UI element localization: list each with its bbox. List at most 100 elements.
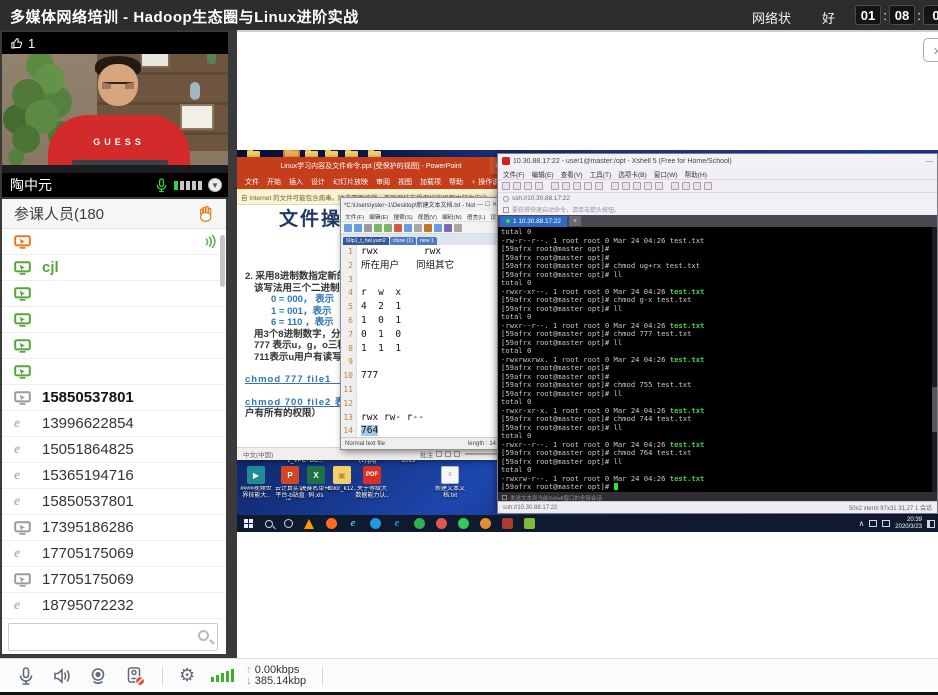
minimize-icon[interactable]: — (926, 158, 933, 165)
toolbar-icon[interactable] (633, 182, 641, 190)
ribbon-tab[interactable]: 开始 (267, 177, 281, 187)
participant-row[interactable]: e18795072232 (2, 593, 226, 619)
editor-tab[interactable]: new 1 (417, 237, 437, 245)
xshell-tab-bar[interactable]: 1 10.30.88.17:22 + (498, 215, 937, 227)
ribbon-tab[interactable]: 幻灯片放映 (333, 177, 368, 187)
toolbar-icon[interactable] (562, 182, 570, 190)
participant-row[interactable]: e15051864825 (2, 437, 226, 463)
new-tab-button[interactable]: + (569, 216, 581, 226)
window-buttons[interactable]: — ☐ ✕ (477, 201, 497, 208)
speaker-button[interactable] (52, 666, 72, 686)
webcam-button[interactable] (88, 666, 108, 686)
desktop-icon-folder[interactable]: ▣color_k12.. (325, 466, 359, 493)
toolbar-icon[interactable] (551, 182, 559, 190)
participant-row[interactable] (2, 229, 226, 255)
ribbon-tab[interactable]: 帮助 (449, 177, 463, 187)
toolbar-icon[interactable] (655, 182, 663, 190)
notepadpp-tabs[interactable]: 60p1_t_hal.yum2clone (1)new 1 (341, 234, 500, 245)
taskbar-app-notepad-plus-plus[interactable] (523, 518, 535, 530)
microphone-icon[interactable] (155, 178, 168, 193)
editor-tab[interactable]: 60p1_t_hal.yum2 (343, 237, 389, 245)
taskbar-app-app-blue[interactable] (369, 518, 381, 530)
toolbar-icon[interactable] (454, 224, 462, 232)
participant-row[interactable]: 17705175069 (2, 567, 226, 593)
participant-row[interactable]: cjl (2, 255, 226, 281)
windows-taskbar[interactable]: e e ∧ 20:39 2020/3/23 (237, 515, 938, 532)
taskbar-app-edge[interactable]: e (391, 518, 403, 530)
tray-expand-icon[interactable]: ∧ (858, 519, 864, 528)
toolbar-icon[interactable] (644, 182, 652, 190)
cortana-icon[interactable] (284, 519, 293, 528)
participant-row[interactable]: e13996622854 (2, 411, 226, 437)
view-icon[interactable] (454, 451, 460, 457)
participant-row[interactable] (2, 281, 226, 307)
keyboard-icon[interactable] (869, 520, 877, 527)
notepadpp-window[interactable]: *C:\Users\yster~1\Desktop\新建文本文档.txt - N… (340, 197, 501, 450)
taskbar-app-firefox[interactable] (325, 518, 337, 530)
editor-text[interactable]: rwx rwx所在用户 同组其它 r w x4 2 11 0 10 1 01 1… (357, 245, 500, 438)
participant-row[interactable] (2, 307, 226, 333)
taskbar-app-internet-explorer[interactable]: e (347, 518, 359, 530)
toolbar-icon[interactable] (535, 182, 543, 190)
participant-row[interactable]: 17395186286 (2, 515, 226, 541)
recorder-disabled-button[interactable] (124, 665, 146, 687)
participant-list[interactable]: cjl15850537801e13996622854e15051864825e1… (2, 229, 226, 619)
thumbs-up-icon[interactable] (10, 36, 24, 50)
zoom-slider[interactable] (465, 453, 499, 455)
menu-item[interactable]: 编辑(E) (532, 169, 554, 179)
taskbar-app-app-red[interactable] (501, 518, 513, 530)
notepadpp-toolbar[interactable] (341, 221, 500, 234)
menu-item[interactable]: 窗口(W) (654, 169, 678, 179)
toolbar-icon[interactable] (344, 224, 352, 232)
chevron-down-icon[interactable]: ▼ (208, 178, 222, 192)
toolbar-icon[interactable] (595, 182, 603, 190)
toolbar-icon[interactable] (384, 224, 392, 232)
taskbar-search-icon[interactable] (265, 520, 273, 528)
editor-tab[interactable]: clone (1) (390, 237, 416, 245)
toolbar-icon[interactable] (404, 224, 412, 232)
xshell-menu-bar[interactable]: 文件(F)编辑(E)查看(V)工具(T)选项卡(B)窗口(W)帮助(H) (498, 168, 937, 179)
desktop-icon-video[interactable]: ▶####视频世界技能大.. (239, 466, 273, 500)
taskbar-app-app-green[interactable] (413, 518, 425, 530)
ribbon-tab[interactable]: 文件 (245, 177, 259, 187)
toolbar-icon[interactable] (444, 224, 452, 232)
menu-item[interactable]: 编辑(E) (369, 212, 388, 221)
start-button[interactable] (244, 519, 254, 529)
microphone-button[interactable] (16, 666, 36, 686)
xshell-toolbar[interactable] (498, 179, 937, 193)
ribbon-tab[interactable]: 视图 (398, 177, 412, 187)
session-tab[interactable]: 1 10.30.88.17:22 (500, 216, 567, 227)
toolbar-icon[interactable] (704, 182, 712, 190)
toolbar-icon[interactable] (693, 182, 701, 190)
desktop-icon-txt[interactable]: ≡新建文本文档.txt (433, 466, 467, 500)
comments-label[interactable]: 批注 (420, 449, 433, 459)
checkbox[interactable] (502, 495, 507, 500)
toolbar-icon[interactable] (611, 182, 619, 190)
taskbar-app-chrome[interactable] (435, 518, 447, 530)
system-tray[interactable]: ∧ 20:39 2020/3/23 (858, 515, 935, 532)
menu-item[interactable]: 帮助(H) (685, 169, 707, 179)
participant-row[interactable] (2, 359, 226, 385)
toolbar-icon[interactable] (374, 224, 382, 232)
menu-item[interactable]: 搜索(S) (393, 212, 412, 221)
menu-item[interactable]: 文件(F) (503, 169, 525, 179)
menu-item[interactable]: 选项卡(B) (618, 169, 647, 179)
toolbar-icon[interactable] (364, 224, 372, 232)
powerpoint-ribbon-tabs[interactable]: 文件开始插入设计幻灯片放映审阅视图加载项帮助♀ 操作说明搜索 (237, 174, 505, 189)
participant-row[interactable] (2, 333, 226, 359)
ribbon-tab[interactable]: 加载项 (420, 177, 441, 187)
menu-item[interactable]: 工具(T) (590, 169, 612, 179)
toolbar-icon[interactable] (394, 224, 402, 232)
toolbar-icon[interactable] (513, 182, 521, 190)
toolbar-icon[interactable] (573, 182, 581, 190)
taskbar-clock[interactable]: 20:39 2020/3/23 (895, 517, 922, 531)
toolbar-icon[interactable] (584, 182, 592, 190)
menu-item[interactable]: 视图(V) (418, 212, 437, 221)
taskbar-app-vlc[interactable] (303, 518, 315, 530)
toolbar-icon[interactable] (434, 224, 442, 232)
terminal-scrollbar[interactable] (932, 227, 937, 492)
collapse-chevron-button[interactable]: › (923, 38, 938, 62)
menu-item[interactable]: 编码(N) (442, 212, 462, 221)
ribbon-tab[interactable]: 审阅 (376, 177, 390, 187)
toolbar-icon[interactable] (414, 224, 422, 232)
